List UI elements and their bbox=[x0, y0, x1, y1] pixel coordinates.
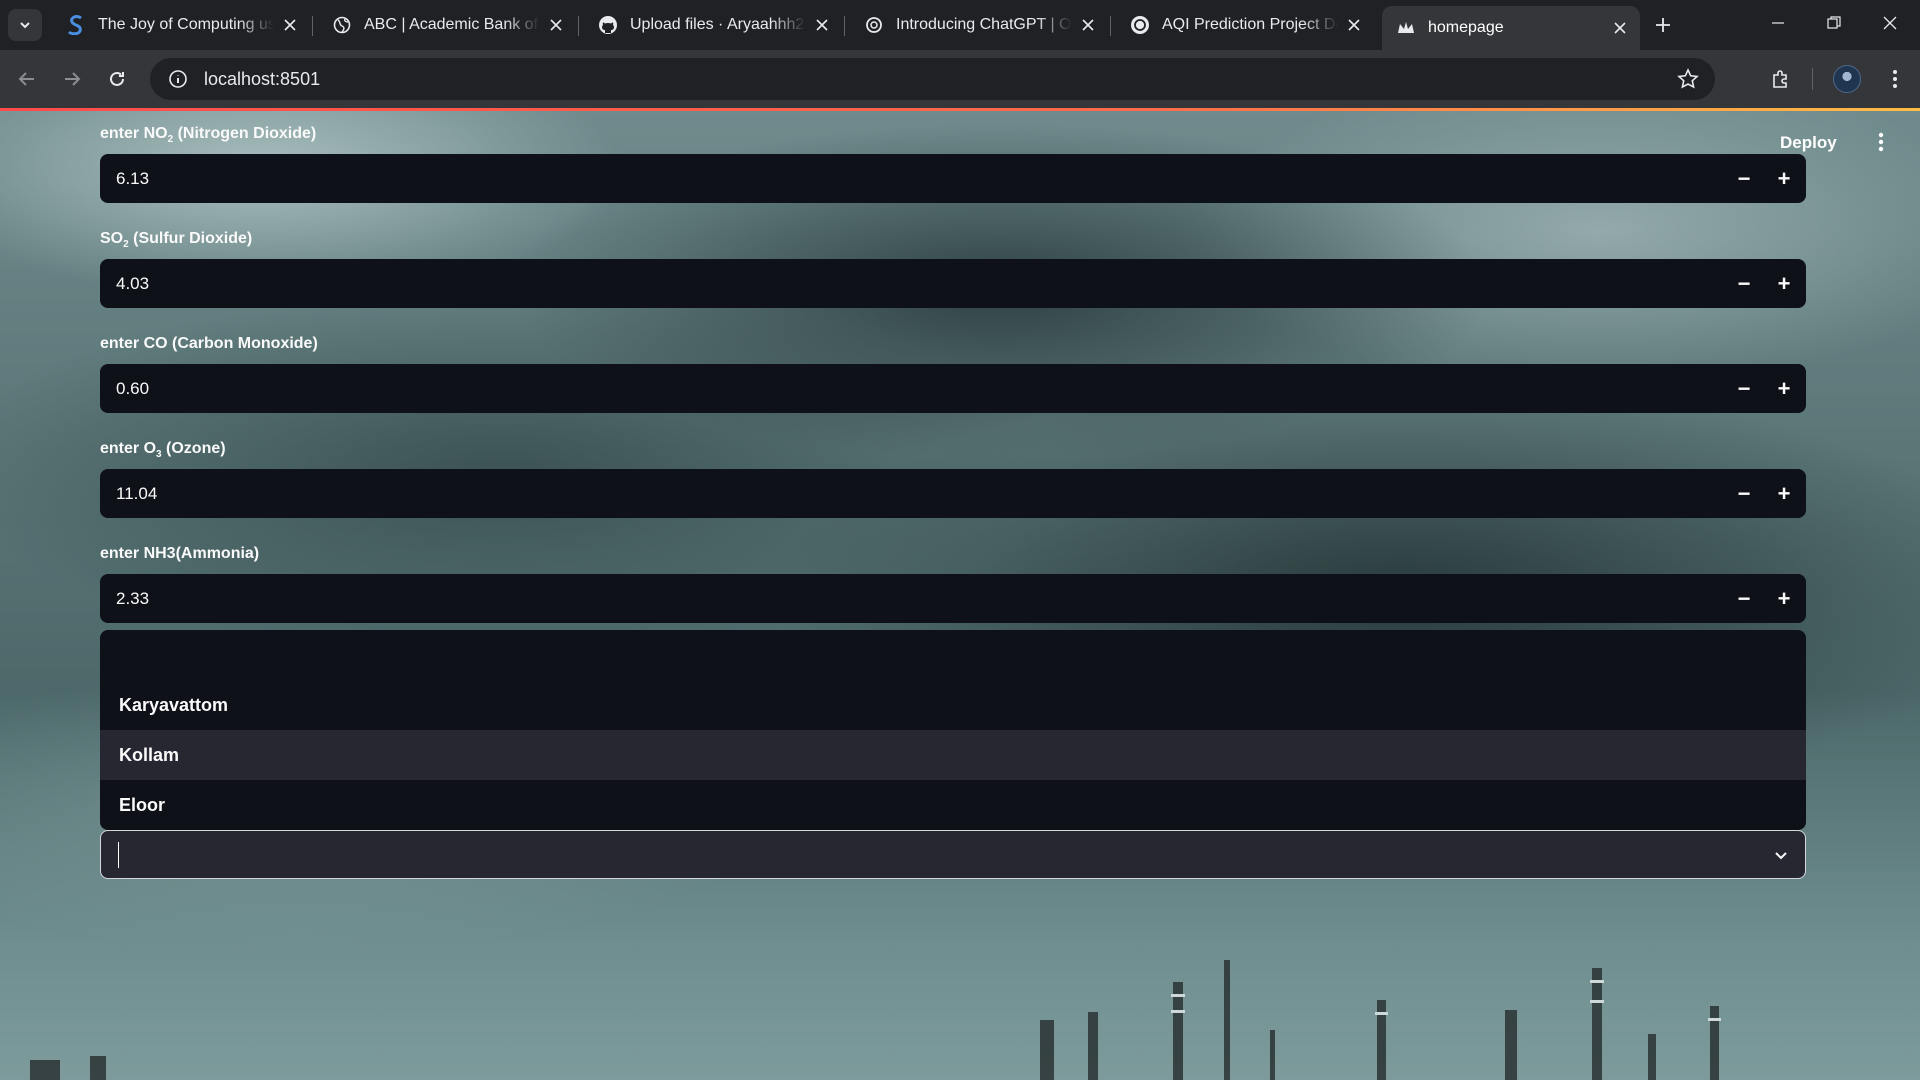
location-select[interactable] bbox=[100, 830, 1806, 879]
streamlit-app: Deploy enter NO2 (Nitrogen Dioxide) 6.13… bbox=[0, 111, 1920, 1080]
close-tab-icon[interactable] bbox=[1610, 18, 1630, 38]
browser-toolbar: localhost:8501 bbox=[0, 50, 1920, 108]
co-decrement-button[interactable]: − bbox=[1724, 364, 1764, 413]
no2-decrement-button[interactable]: − bbox=[1724, 154, 1764, 203]
back-button[interactable] bbox=[12, 64, 42, 94]
so2-number-input[interactable]: 4.03 − + bbox=[100, 259, 1806, 308]
tab-search-button[interactable] bbox=[8, 9, 42, 41]
tab-title: homepage bbox=[1428, 19, 1504, 36]
streamlit-crown-icon bbox=[1396, 18, 1416, 38]
no2-increment-button[interactable]: + bbox=[1764, 154, 1804, 203]
o3-label: enter O3 (Ozone) bbox=[100, 440, 226, 461]
tab-github-upload[interactable]: Upload files · Aryaahhh27/ bbox=[584, 6, 842, 44]
browser-menu-button[interactable] bbox=[1880, 64, 1910, 94]
tab-academic-bank[interactable]: ABC | Academic Bank of Cr bbox=[318, 6, 576, 44]
so2-value[interactable]: 4.03 bbox=[100, 274, 1724, 294]
url-text: localhost:8501 bbox=[204, 68, 321, 89]
nh3-increment-button[interactable]: + bbox=[1764, 574, 1804, 623]
profile-button[interactable] bbox=[1832, 64, 1862, 94]
dropdown-option-karyavattom[interactable]: Karyavattom bbox=[100, 680, 1806, 730]
new-tab-button[interactable] bbox=[1650, 12, 1676, 38]
tab-aqi-project[interactable]: AQI Prediction Project Des bbox=[1116, 6, 1374, 44]
tab-title: Introducing ChatGPT | Ope bbox=[896, 16, 1072, 33]
avatar bbox=[1833, 65, 1861, 93]
so2-increment-button[interactable]: + bbox=[1764, 259, 1804, 308]
no2-label: enter NO2 (Nitrogen Dioxide) bbox=[100, 125, 317, 146]
plus-icon bbox=[1656, 18, 1670, 32]
reload-button[interactable] bbox=[102, 64, 132, 94]
no2-number-input[interactable]: 6.13 − + bbox=[100, 154, 1806, 203]
tab-homepage[interactable]: homepage bbox=[1382, 6, 1640, 50]
o3-decrement-button[interactable]: − bbox=[1724, 469, 1764, 518]
tab-introducing-chatgpt[interactable]: Introducing ChatGPT | Ope bbox=[850, 6, 1108, 44]
close-icon bbox=[1883, 16, 1897, 30]
globe-icon bbox=[332, 15, 352, 35]
nh3-label: enter NH3(Ammonia) bbox=[100, 545, 260, 562]
extensions-button[interactable] bbox=[1766, 64, 1796, 94]
o3-value[interactable]: 11.04 bbox=[100, 484, 1724, 504]
tab-title: ABC | Academic Bank of Cr bbox=[364, 16, 540, 33]
browser-tab-strip: The Joy of Computing usin ABC | Academic… bbox=[0, 0, 1920, 50]
close-tab-icon[interactable] bbox=[546, 15, 566, 35]
address-bar[interactable]: localhost:8501 bbox=[150, 58, 1715, 100]
dropdown-option-eloor[interactable]: Eloor bbox=[100, 780, 1806, 830]
swayam-icon bbox=[66, 15, 86, 35]
o3-increment-button[interactable]: + bbox=[1764, 469, 1804, 518]
site-info-icon[interactable] bbox=[160, 69, 196, 89]
app-main-menu-button[interactable] bbox=[1870, 130, 1892, 154]
close-tab-icon[interactable] bbox=[812, 15, 832, 35]
close-tab-icon[interactable] bbox=[1078, 15, 1098, 35]
no2-value[interactable]: 6.13 bbox=[100, 169, 1724, 189]
chevron-down-icon[interactable] bbox=[1773, 847, 1789, 863]
openai-icon bbox=[1130, 15, 1150, 35]
tab-title: AQI Prediction Project Des bbox=[1162, 16, 1338, 33]
nh3-decrement-button[interactable]: − bbox=[1724, 574, 1764, 623]
minimize-icon bbox=[1772, 22, 1784, 24]
arrow-right-icon bbox=[65, 72, 81, 86]
minimize-window-button[interactable] bbox=[1750, 0, 1806, 46]
co-value[interactable]: 0.60 bbox=[100, 379, 1724, 399]
so2-label: SO2 (Sulfur Dioxide) bbox=[100, 230, 253, 251]
bookmark-star-icon[interactable] bbox=[1677, 68, 1699, 95]
close-window-button[interactable] bbox=[1862, 0, 1918, 46]
puzzle-icon bbox=[1773, 70, 1787, 88]
close-tab-icon[interactable] bbox=[280, 15, 300, 35]
vertical-ellipsis-icon bbox=[1893, 70, 1897, 88]
vertical-ellipsis-icon bbox=[1878, 132, 1884, 152]
co-number-input[interactable]: 0.60 − + bbox=[100, 364, 1806, 413]
reload-icon bbox=[110, 71, 124, 86]
co-increment-button[interactable]: + bbox=[1764, 364, 1804, 413]
tab-title: The Joy of Computing usin bbox=[98, 16, 274, 33]
deploy-button[interactable]: Deploy bbox=[1780, 133, 1837, 153]
nh3-value[interactable]: 2.33 bbox=[100, 589, 1724, 609]
forward-button[interactable] bbox=[57, 64, 87, 94]
restore-window-button[interactable] bbox=[1806, 0, 1862, 46]
co-label: enter CO (Carbon Monoxide) bbox=[100, 335, 318, 352]
tab-title: Upload files · Aryaahhh27/ bbox=[630, 16, 806, 33]
tab-joy-of-computing[interactable]: The Joy of Computing usin bbox=[52, 6, 310, 44]
dropdown-option-kollam[interactable]: Kollam bbox=[100, 730, 1806, 780]
chevron-down-icon bbox=[20, 22, 30, 29]
openai-icon bbox=[864, 15, 884, 35]
nh3-number-input[interactable]: 2.33 − + bbox=[100, 574, 1806, 623]
o3-number-input[interactable]: 11.04 − + bbox=[100, 469, 1806, 518]
text-cursor bbox=[118, 841, 119, 868]
so2-decrement-button[interactable]: − bbox=[1724, 259, 1764, 308]
restore-icon bbox=[1827, 16, 1841, 29]
github-icon bbox=[598, 15, 618, 35]
location-dropdown-menu: Karyavattom Kollam Eloor bbox=[100, 630, 1806, 830]
arrow-left-icon bbox=[18, 72, 34, 86]
close-tab-icon[interactable] bbox=[1344, 15, 1364, 35]
industrial-skyline-background bbox=[30, 960, 1721, 1080]
